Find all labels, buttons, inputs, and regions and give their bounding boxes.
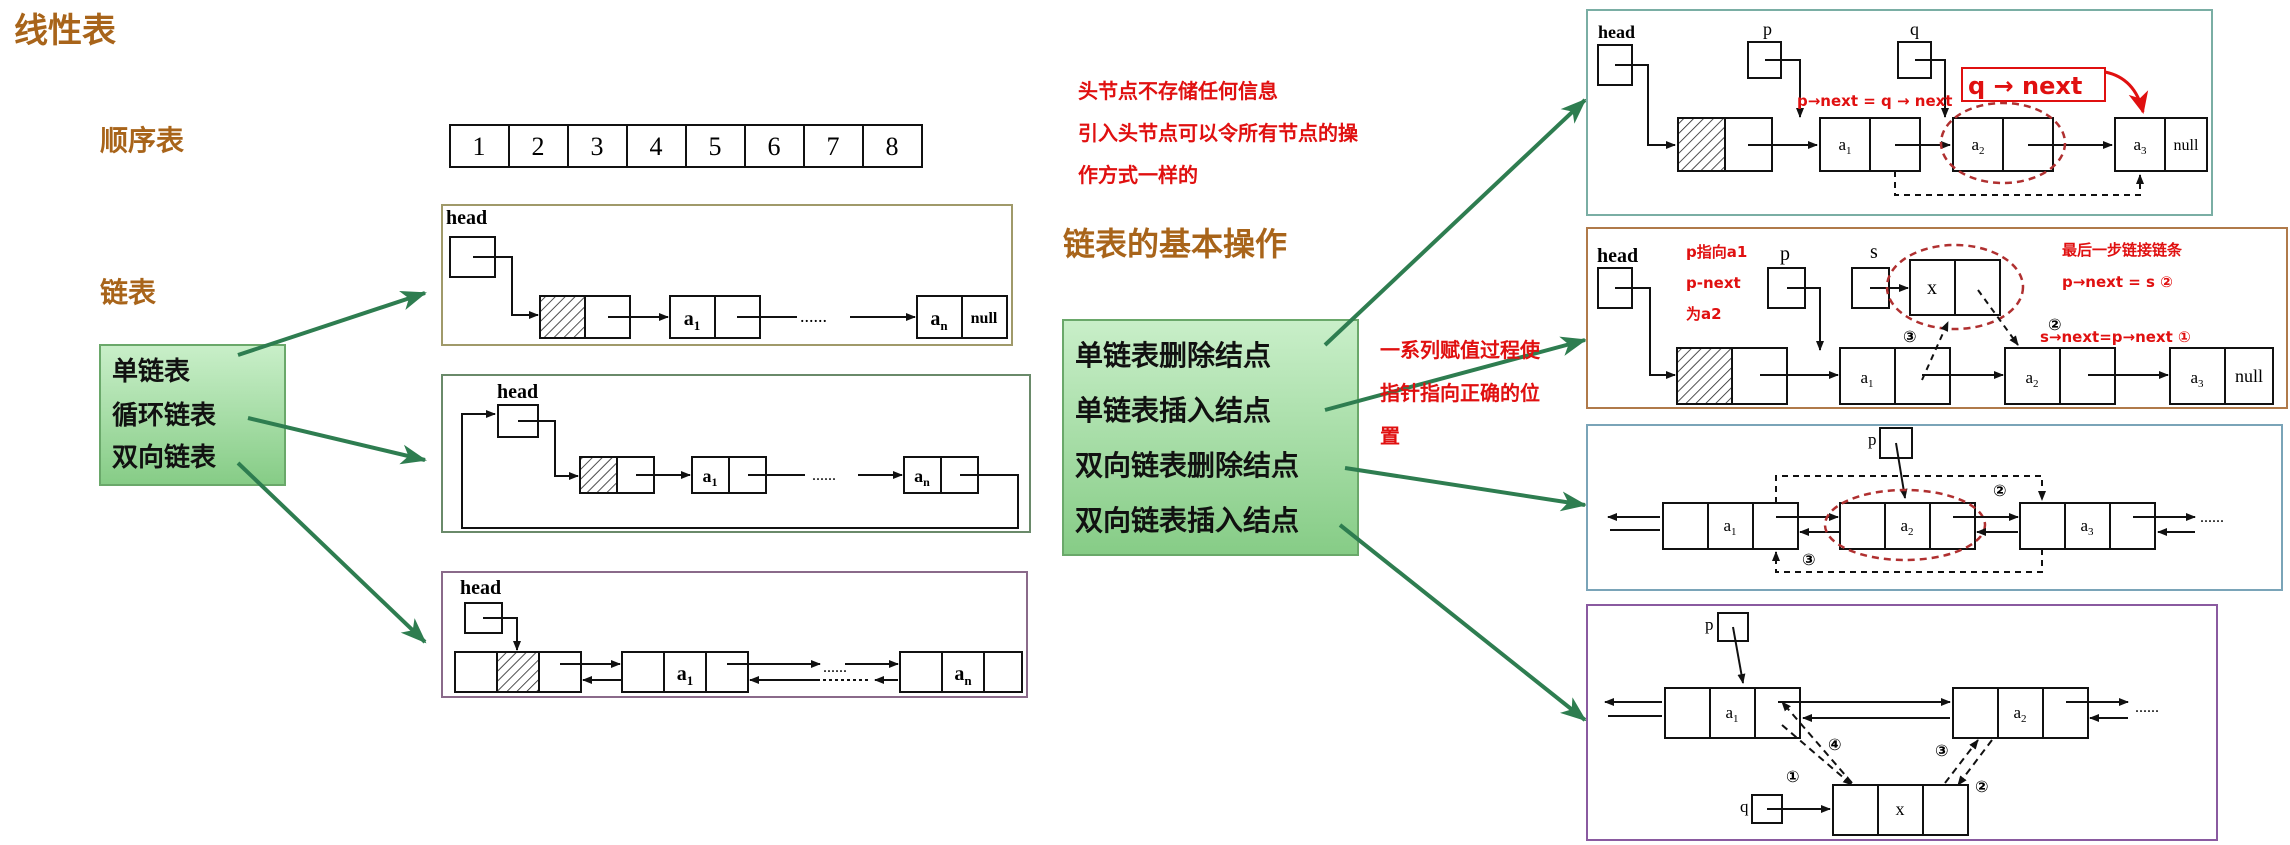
operations-title: 链表的基本操作 [1063,225,1287,263]
dins-node-x: x [1896,799,1905,819]
ins-annotation-last: p→next = s ② [2062,273,2173,291]
list-type-doubly: 双向链表 [112,442,217,473]
del-p-label: p [1763,19,1772,39]
step-2-marker: ② [1975,777,1989,796]
ins-null: null [2235,366,2263,386]
ins-head-label: head [1597,245,1638,267]
del-annotation-small: p→next = q → next [1797,92,1952,110]
del-null: null [2174,137,2199,154]
note-line: 头节点不存储任何信息 [1078,79,1278,103]
note-line: 置 [1380,424,1400,448]
ins-annotation-p: 为a2 [1686,305,1722,323]
page-title: 线性表 [14,11,116,51]
ins-node-x: x [1927,277,1937,299]
head-node-note: 头节点不存储任何信息 引入头节点可以令所有节点的操 作方式一样的 [1078,79,1359,187]
seq-cell: 5 [709,132,722,161]
doubly-insert-diagram: p a1 a2 ...... q x ① ④ ③ ② [1586,604,2218,841]
step-4-marker: ④ [1828,735,1842,754]
step-3-marker: ③ [1903,327,1917,346]
doubly-ellipsis: ...... [823,659,847,676]
singly-delete-diagram: head p q a1 a2 a3 null p→next = q → next… [1586,9,2213,216]
list-type-box: 单链表 循环链表 双向链表 [99,344,286,486]
assignment-note: 一系列赋值过程使 指针指向正确的位 置 [1380,338,1541,448]
ins-annotation-p: p指向a1 [1686,243,1747,261]
del-annotation-big: q → next [1968,72,2082,100]
doubly-list-diagram: head a1 ...... an [441,571,1028,698]
doubly-head-label: head [460,577,501,599]
doubly-delete-diagram: p a1 a2 a3 ...... ② ③ [1586,424,2283,591]
singly-head-label: head [446,207,487,229]
seq-table: 1 2 3 4 5 6 7 8 [449,124,923,168]
list-type-singly: 单链表 [112,356,191,387]
green-arrows-right [1323,98,1587,722]
ins-annotation-p: p-next [1686,274,1741,292]
dins-q-label: q [1740,797,1749,816]
step-2-marker: ② [1993,481,2007,500]
note-line: 一系列赋值过程使 [1380,338,1541,362]
dins-ellipsis: ...... [2135,699,2159,716]
op-singly-delete: 单链表删除结点 [1075,339,1271,372]
circular-ellipsis: ...... [812,467,836,484]
note-line: 引入头节点可以令所有节点的操 [1078,121,1359,145]
seq-table-label: 顺序表 [100,124,184,157]
seq-cell: 2 [532,132,545,161]
singly-null: null [971,310,998,327]
ins-annotation-snext: s→next=p→next ① [2040,328,2191,346]
seq-cell: 7 [827,132,840,161]
ins-annotation-last: 最后一步链接链条 [2062,241,2183,259]
note-line: 作方式一样的 [1078,163,1198,187]
ins-p-label: p [1780,243,1790,265]
step-3-marker: ③ [1935,741,1949,760]
seq-cell: 1 [473,132,486,161]
diagram-canvas: 线性表 顺序表 1 2 3 4 5 6 7 8 链表 单链表 循环链表 双向链表… [14,9,2288,841]
del-q-label: q [1910,19,1919,39]
circular-list-diagram: head a1 ...... an [441,374,1031,533]
list-type-circular: 循环链表 [112,400,217,431]
ins-s-label: s [1870,241,1878,263]
linked-list-label: 链表 [100,276,156,309]
singly-ellipsis: ...... [800,306,827,326]
singly-list-diagram: head a1 ...... an null [441,204,1013,346]
ddel-p-label: p [1868,430,1877,449]
circular-head-label: head [497,381,538,403]
step-3-marker: ③ [1802,550,1816,569]
seq-cell: 8 [886,132,899,161]
seq-cell: 3 [591,132,604,161]
operations-box: 单链表删除结点 单链表插入结点 双向链表删除结点 双向链表插入结点 [1062,319,1359,556]
del-head-label: head [1598,22,1635,42]
seq-cell: 4 [650,132,663,161]
op-doubly-delete: 双向链表删除结点 [1075,449,1299,482]
linked-list-diagram: 线性表 顺序表 1 2 3 4 5 6 7 8 链表 单链表 循环链表 双向链表… [0,0,2290,845]
singly-insert-diagram: head p s x a1 a2 a3 null ③ ② p指向a1 p-nex… [1586,227,2288,409]
op-doubly-insert: 双向链表插入结点 [1075,504,1299,537]
ddel-ellipsis: ...... [2200,509,2224,526]
op-singly-insert: 单链表插入结点 [1075,394,1271,427]
seq-cell: 6 [768,132,781,161]
step-1-marker: ① [1786,767,1800,786]
note-line: 指针指向正确的位 [1380,381,1540,405]
dins-p-label: p [1705,615,1714,634]
